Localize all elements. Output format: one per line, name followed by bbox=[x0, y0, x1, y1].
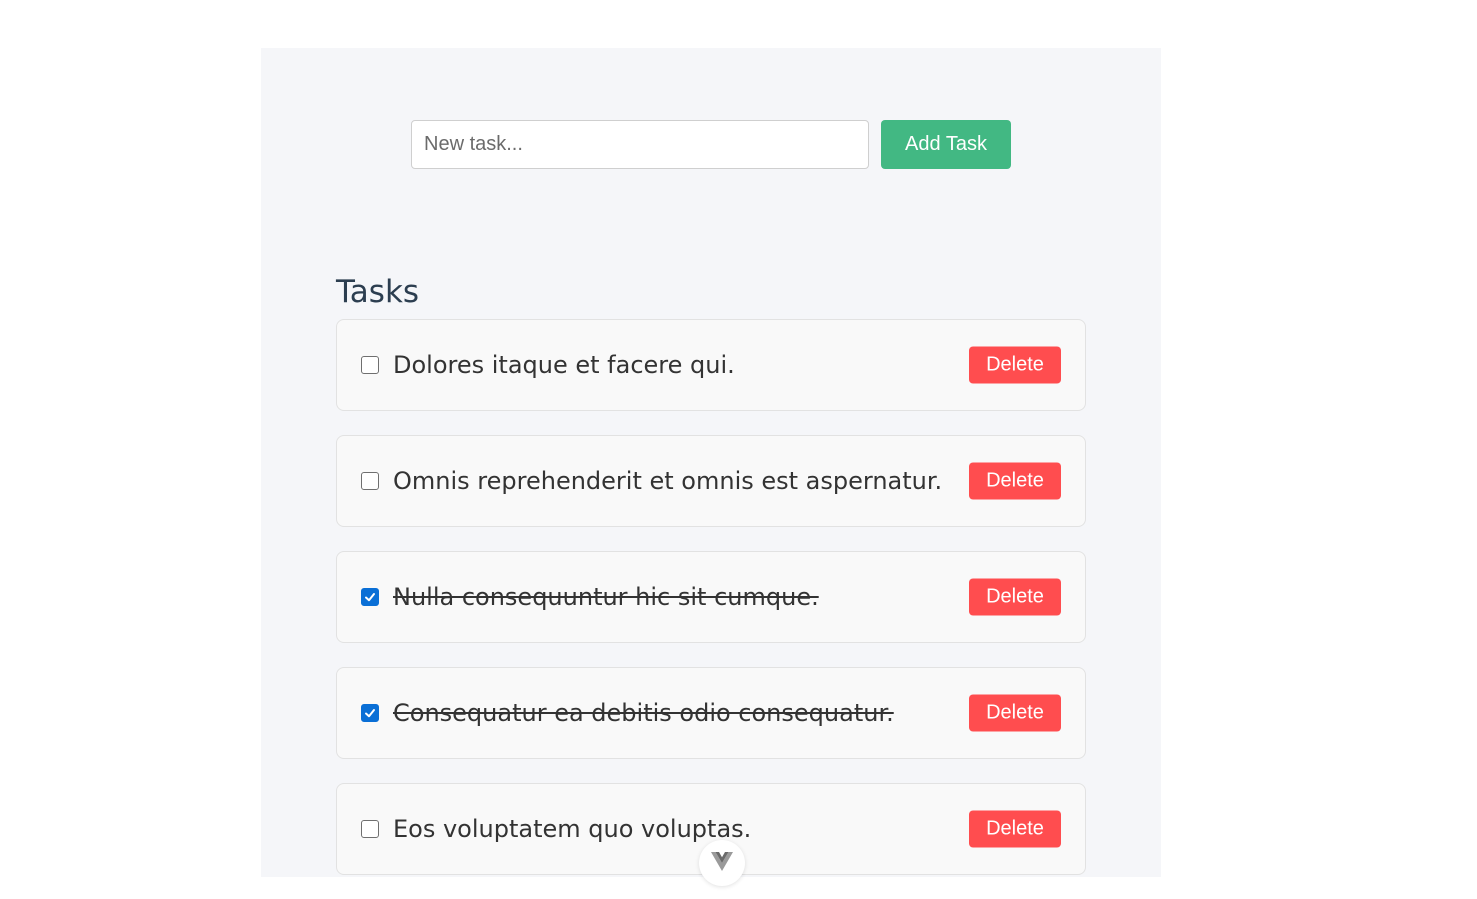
task-item: Dolores itaque et facere qui. Delete bbox=[336, 319, 1086, 411]
task-item: Nulla consequuntur hic sit cumque. Delet… bbox=[336, 551, 1086, 643]
task-text: Eos voluptatem quo voluptas. bbox=[393, 815, 752, 843]
delete-task-button[interactable]: Delete bbox=[969, 462, 1061, 500]
add-task-button[interactable]: Add Task bbox=[881, 120, 1011, 169]
task-text: Omnis reprehenderit et omnis est asperna… bbox=[393, 467, 943, 495]
delete-task-button[interactable]: Delete bbox=[969, 810, 1061, 848]
task-item: Omnis reprehenderit et omnis est asperna… bbox=[336, 435, 1086, 527]
task-checkbox[interactable] bbox=[361, 704, 379, 722]
task-text: Dolores itaque et facere qui. bbox=[393, 351, 735, 379]
task-text: Consequatur ea debitis odio consequatur. bbox=[393, 699, 894, 727]
todo-app-panel: Add Task Tasks Dolores itaque et facere … bbox=[261, 48, 1161, 877]
task-item: Consequatur ea debitis odio consequatur.… bbox=[336, 667, 1086, 759]
task-checkbox[interactable] bbox=[361, 356, 379, 374]
vue-devtools-button[interactable] bbox=[699, 840, 745, 886]
check-icon bbox=[365, 593, 375, 602]
delete-task-button[interactable]: Delete bbox=[969, 694, 1061, 732]
delete-task-button[interactable]: Delete bbox=[969, 578, 1061, 616]
check-icon bbox=[365, 709, 375, 718]
add-task-form: Add Task bbox=[411, 120, 1011, 169]
task-checkbox[interactable] bbox=[361, 820, 379, 838]
tasks-heading: Tasks bbox=[336, 274, 420, 310]
delete-task-button[interactable]: Delete bbox=[969, 346, 1061, 384]
vue-logo-icon bbox=[711, 852, 733, 871]
task-text: Nulla consequuntur hic sit cumque. bbox=[393, 583, 819, 611]
task-list: Dolores itaque et facere qui. Delete Omn… bbox=[336, 319, 1086, 899]
task-checkbox[interactable] bbox=[361, 472, 379, 490]
new-task-input[interactable] bbox=[411, 120, 869, 169]
task-checkbox[interactable] bbox=[361, 588, 379, 606]
